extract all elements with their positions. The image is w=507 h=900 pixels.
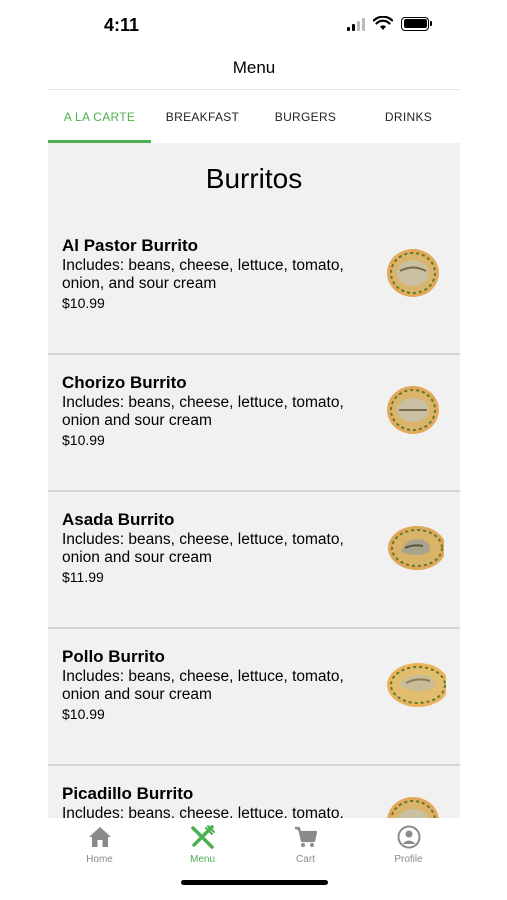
status-time: 4:11 [104, 15, 140, 35]
section-title: Burritos [205, 163, 303, 194]
utensils-icon [190, 825, 215, 849]
menu-item[interactable]: Al Pastor Burrito Includes: beans, chees… [48, 218, 460, 355]
item-name: Picadillo Burrito [62, 784, 194, 803]
item-name: Pollo Burrito [62, 647, 165, 666]
bottom-tab-bar: Home Menu Cart Profile [48, 818, 460, 870]
item-name: Asada Burrito [62, 510, 175, 529]
header: Menu [48, 50, 460, 90]
item-description: Includes: beans, cheese, lettuce, tomato… [62, 394, 344, 429]
item-price: $10.99 [62, 706, 105, 722]
burrito-image [387, 386, 439, 434]
tab-home-label: Home [86, 854, 113, 865]
home-icon [88, 827, 111, 847]
tab-cart-label: Cart [296, 854, 315, 865]
battery-icon [401, 16, 432, 31]
menu-list[interactable]: Burritos Al Pastor Burrito Includes: bea… [48, 143, 460, 818]
tab-menu[interactable]: Menu [151, 818, 254, 870]
tab-drinks[interactable]: DRINKS [357, 90, 460, 143]
item-description: Includes: beans, cheese, lettuce, tomato… [62, 805, 344, 818]
profile-icon [397, 825, 420, 849]
home-indicator[interactable] [181, 880, 328, 885]
item-name: Chorizo Burrito [62, 373, 187, 392]
status-bar: 4:11 [0, 0, 507, 50]
burrito-image [387, 797, 439, 818]
tab-cart[interactable]: Cart [254, 818, 357, 870]
item-description: Includes: beans, cheese, lettuce, tomato… [62, 257, 344, 292]
tab-profile-label: Profile [394, 854, 423, 865]
cart-icon [294, 826, 317, 847]
burrito-image [387, 663, 446, 707]
page-title: Menu [232, 58, 276, 77]
menu-item[interactable]: Chorizo Burrito Includes: beans, cheese,… [48, 355, 460, 492]
menu-item[interactable]: Asada Burrito Includes: beans, cheese, l… [48, 492, 460, 629]
tab-burgers[interactable]: BURGERS [254, 90, 357, 143]
category-tabs: A LA CARTE BREAKFAST BURGERS DRINKS [48, 90, 460, 143]
item-name: Al Pastor Burrito [62, 236, 199, 255]
burrito-image [387, 249, 439, 297]
tab-a-la-carte[interactable]: A LA CARTE [48, 90, 151, 143]
item-description: Includes: beans, cheese, lettuce, tomato… [62, 531, 344, 566]
wifi-icon [373, 16, 393, 30]
menu-item[interactable]: Picadillo Burrito Includes: beans, chees… [48, 766, 460, 818]
item-price: $11.99 [62, 569, 104, 585]
item-description: Includes: beans, cheese, lettuce, tomato… [62, 668, 344, 703]
item-price: $10.99 [62, 295, 105, 311]
burrito-image [388, 526, 444, 570]
tab-home[interactable]: Home [48, 818, 151, 870]
tab-menu-label: Menu [189, 854, 215, 865]
status-icons [347, 16, 432, 31]
tab-profile[interactable]: Profile [357, 818, 460, 870]
tab-breakfast[interactable]: BREAKFAST [151, 90, 254, 143]
cellular-signal-icon [347, 17, 365, 31]
menu-item[interactable]: Pollo Burrito Includes: beans, cheese, l… [48, 629, 460, 766]
item-price: $10.99 [62, 432, 105, 448]
